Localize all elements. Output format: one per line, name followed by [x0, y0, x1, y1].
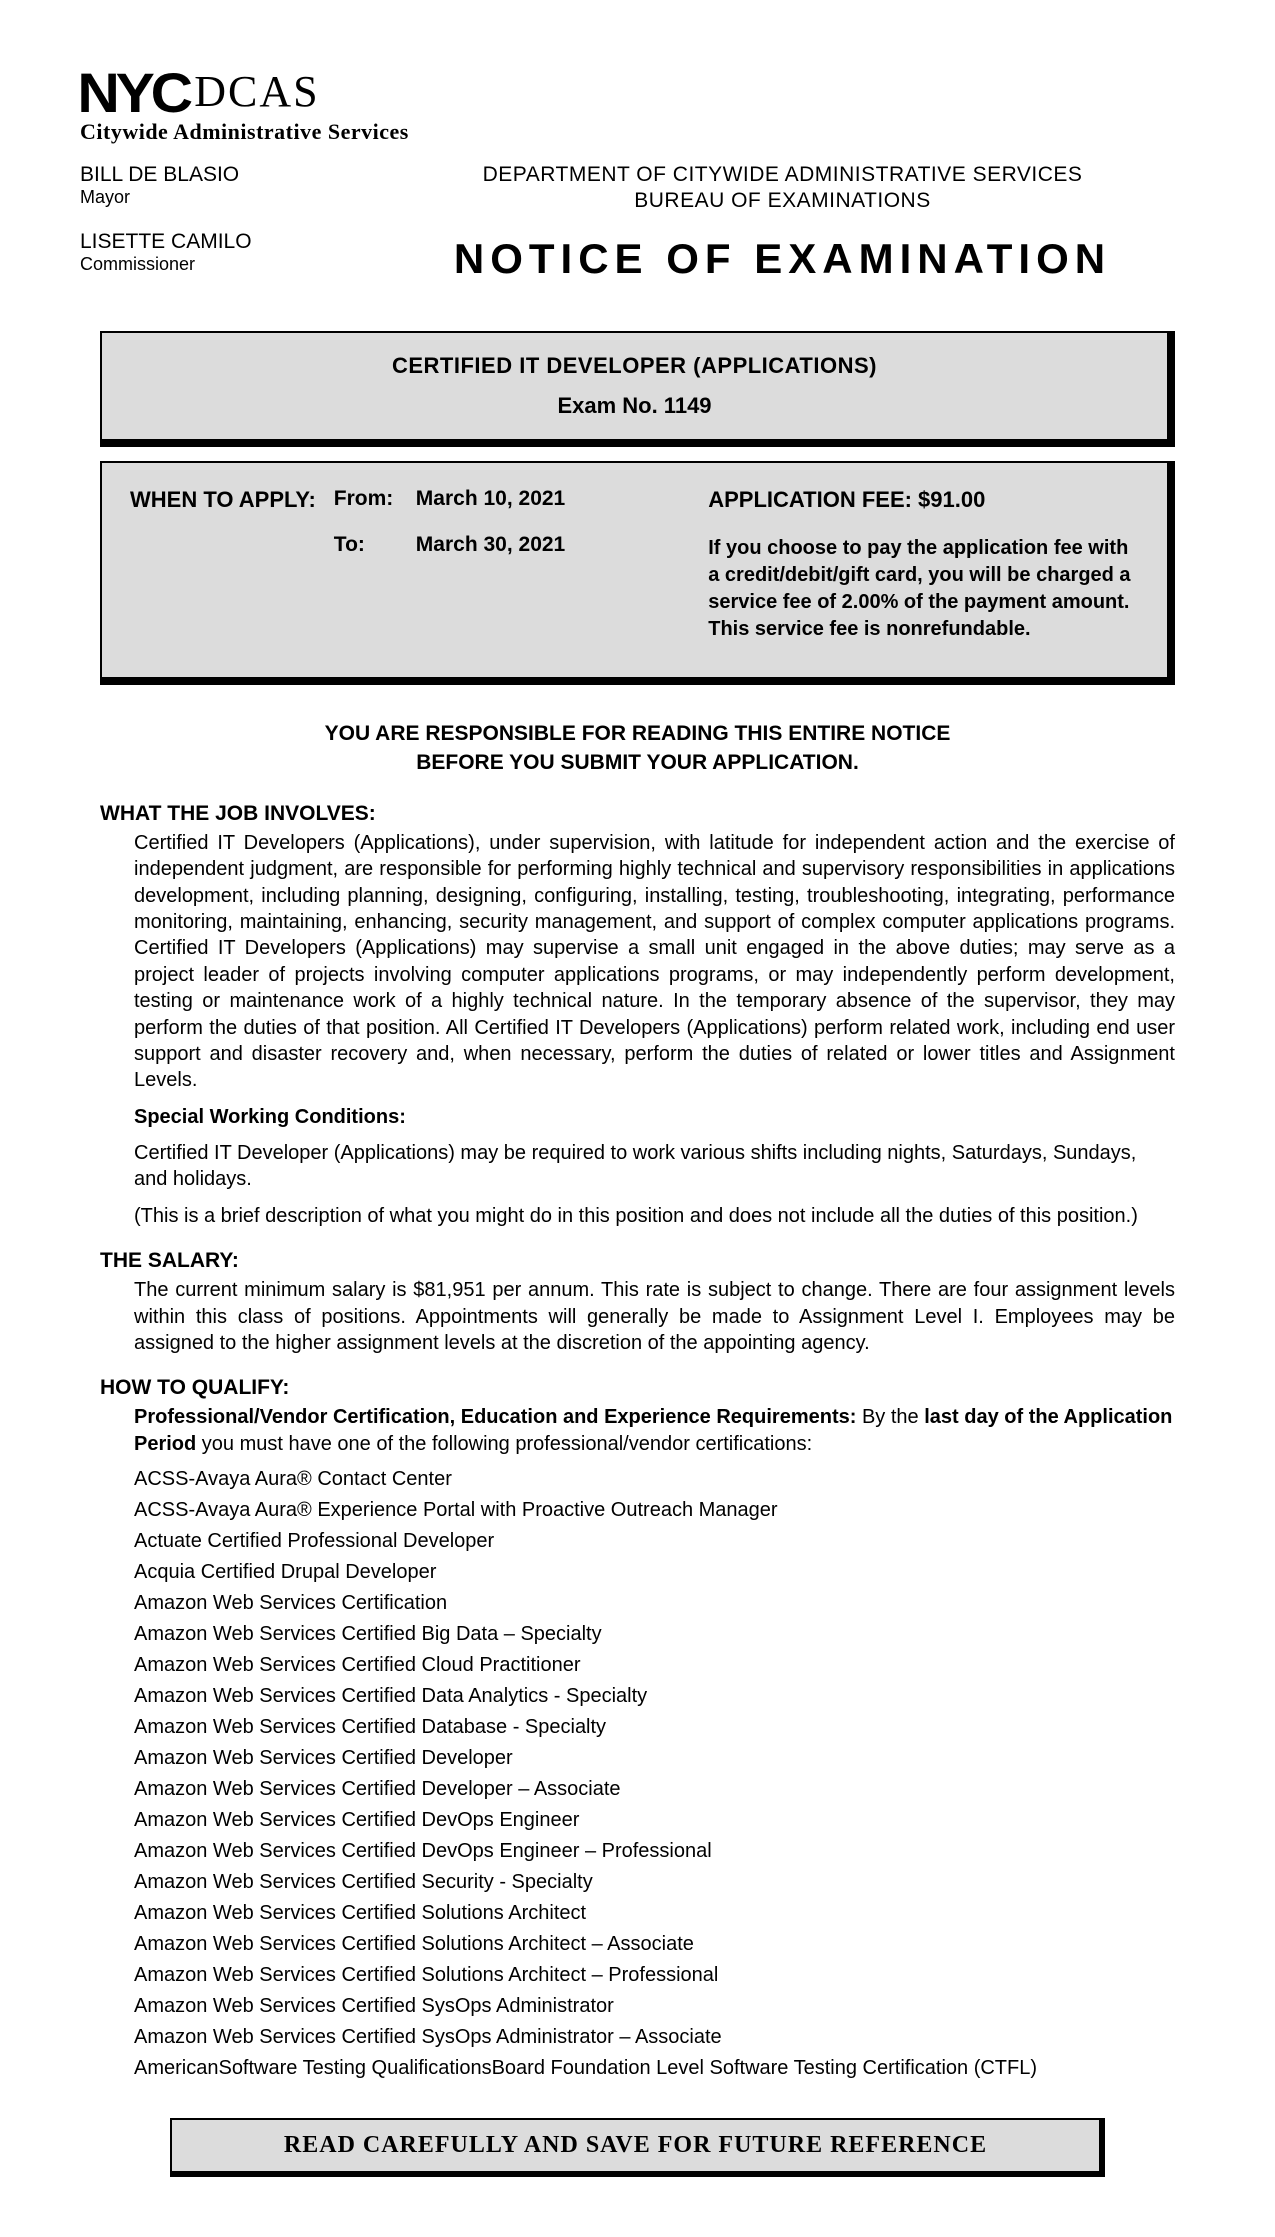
qualify-intro: Professional/Vendor Certification, Educa…: [134, 1404, 1175, 1458]
footer-panel: READ CAREFULLY AND SAVE FOR FUTURE REFER…: [170, 2118, 1105, 2177]
qualify-intro-bold1: Professional/Vendor Certification, Educa…: [134, 1406, 856, 1428]
salary-body: The current minimum salary is $81,951 pe…: [134, 1277, 1175, 1356]
salary-heading: THE SALARY:: [100, 1249, 1175, 1273]
certification-item: Amazon Web Services Certified Solutions …: [134, 1929, 1175, 1960]
certification-item: Amazon Web Services Certified Security -…: [134, 1867, 1175, 1898]
responsibility-line2: BEFORE YOU SUBMIT YOUR APPLICATION.: [80, 748, 1195, 777]
mayor-title: Mayor: [80, 187, 330, 208]
job-description: Certified IT Developers (Applications), …: [134, 830, 1175, 1094]
certification-list: ACSS-Avaya Aura® Contact CenterACSS-Avay…: [134, 1464, 1175, 2084]
apply-fee-panel: WHEN TO APPLY: From: March 10, 2021 To: …: [100, 461, 1175, 685]
certification-item: Amazon Web Services Certified Solutions …: [134, 1898, 1175, 1929]
certification-item: Amazon Web Services Certified Data Analy…: [134, 1681, 1175, 1712]
qualify-section: HOW TO QUALIFY: Professional/Vendor Cert…: [100, 1376, 1175, 2084]
certification-item: Amazon Web Services Certified SysOps Adm…: [134, 2022, 1175, 2053]
department-line: DEPARTMENT OF CITYWIDE ADMINISTRATIVE SE…: [370, 163, 1195, 187]
commissioner-block: LISETTE CAMILO Commissioner: [80, 230, 330, 275]
certification-item: Amazon Web Services Certified SysOps Adm…: [134, 1991, 1175, 2022]
when-to-apply: WHEN TO APPLY: From: March 10, 2021 To: …: [130, 487, 678, 643]
logo-dcas: DCAS: [194, 67, 319, 116]
qualify-intro-tail: you must have one of the following profe…: [196, 1433, 812, 1455]
from-date: March 10, 2021: [416, 487, 565, 511]
certification-item: Amazon Web Services Certification: [134, 1588, 1175, 1619]
certification-item: AmericanSoftware Testing QualificationsB…: [134, 2053, 1175, 2084]
certification-item: Amazon Web Services Certified Solutions …: [134, 1960, 1175, 1991]
exam-title-panel: CERTIFIED IT DEVELOPER (APPLICATIONS) Ex…: [100, 331, 1175, 447]
certification-item: Acquia Certified Drupal Developer: [134, 1557, 1175, 1588]
notice-title: NOTICE OF EXAMINATION: [370, 235, 1195, 283]
to-label: To:: [334, 533, 398, 557]
job-section: WHAT THE JOB INVOLVES: Certified IT Deve…: [100, 802, 1175, 1229]
salary-section: THE SALARY: The current minimum salary i…: [100, 1249, 1175, 1356]
qualify-heading: HOW TO QUALIFY:: [100, 1376, 1175, 1400]
certification-item: Amazon Web Services Certified Developer: [134, 1743, 1175, 1774]
certification-item: Amazon Web Services Certified DevOps Eng…: [134, 1836, 1175, 1867]
certification-item: Amazon Web Services Certified Cloud Prac…: [134, 1650, 1175, 1681]
logo-nyc: NYC: [77, 60, 189, 125]
responsibility-notice: YOU ARE RESPONSIBLE FOR READING THIS ENT…: [80, 719, 1195, 778]
job-heading: WHAT THE JOB INVOLVES:: [100, 802, 1175, 826]
exam-number: Exam No. 1149: [126, 393, 1143, 419]
exam-title: CERTIFIED IT DEVELOPER (APPLICATIONS): [126, 353, 1143, 379]
responsibility-line1: YOU ARE RESPONSIBLE FOR READING THIS ENT…: [80, 719, 1195, 748]
certification-item: ACSS-Avaya Aura® Contact Center: [134, 1464, 1175, 1495]
fee-note: If you choose to pay the application fee…: [708, 535, 1139, 643]
certification-item: Amazon Web Services Certified Developer …: [134, 1774, 1175, 1805]
special-working-body: Certified IT Developer (Applications) ma…: [134, 1140, 1175, 1193]
header-row: BILL DE BLASIO Mayor LISETTE CAMILO Comm…: [80, 163, 1195, 297]
qualify-intro-mid: By the: [856, 1406, 924, 1428]
job-brief-note: (This is a brief description of what you…: [134, 1203, 1175, 1229]
certification-item: Amazon Web Services Certified DevOps Eng…: [134, 1805, 1175, 1836]
from-label: From:: [334, 487, 398, 511]
center-header: DEPARTMENT OF CITYWIDE ADMINISTRATIVE SE…: [370, 163, 1195, 297]
special-working-head: Special Working Conditions:: [134, 1104, 1175, 1130]
officials-block: BILL DE BLASIO Mayor LISETTE CAMILO Comm…: [80, 163, 330, 297]
certification-item: Amazon Web Services Certified Big Data –…: [134, 1619, 1175, 1650]
logo-subtitle: Citywide Administrative Services: [80, 119, 1195, 145]
fee-block: APPLICATION FEE: $91.00 If you choose to…: [708, 487, 1139, 643]
logo-block: NYCDCAS Citywide Administrative Services: [80, 60, 1195, 145]
mayor-block: BILL DE BLASIO Mayor: [80, 163, 330, 208]
commissioner-title: Commissioner: [80, 254, 330, 275]
fee-label: APPLICATION FEE: $91.00: [708, 487, 1139, 513]
bureau-line: BUREAU OF EXAMINATIONS: [370, 189, 1195, 213]
to-date: March 30, 2021: [416, 533, 565, 557]
mayor-name: BILL DE BLASIO: [80, 163, 330, 187]
certification-item: Amazon Web Services Certified Database -…: [134, 1712, 1175, 1743]
certification-item: ACSS-Avaya Aura® Experience Portal with …: [134, 1495, 1175, 1526]
certification-item: Actuate Certified Professional Developer: [134, 1526, 1175, 1557]
when-label: WHEN TO APPLY:: [130, 487, 316, 643]
commissioner-name: LISETTE CAMILO: [80, 230, 330, 254]
